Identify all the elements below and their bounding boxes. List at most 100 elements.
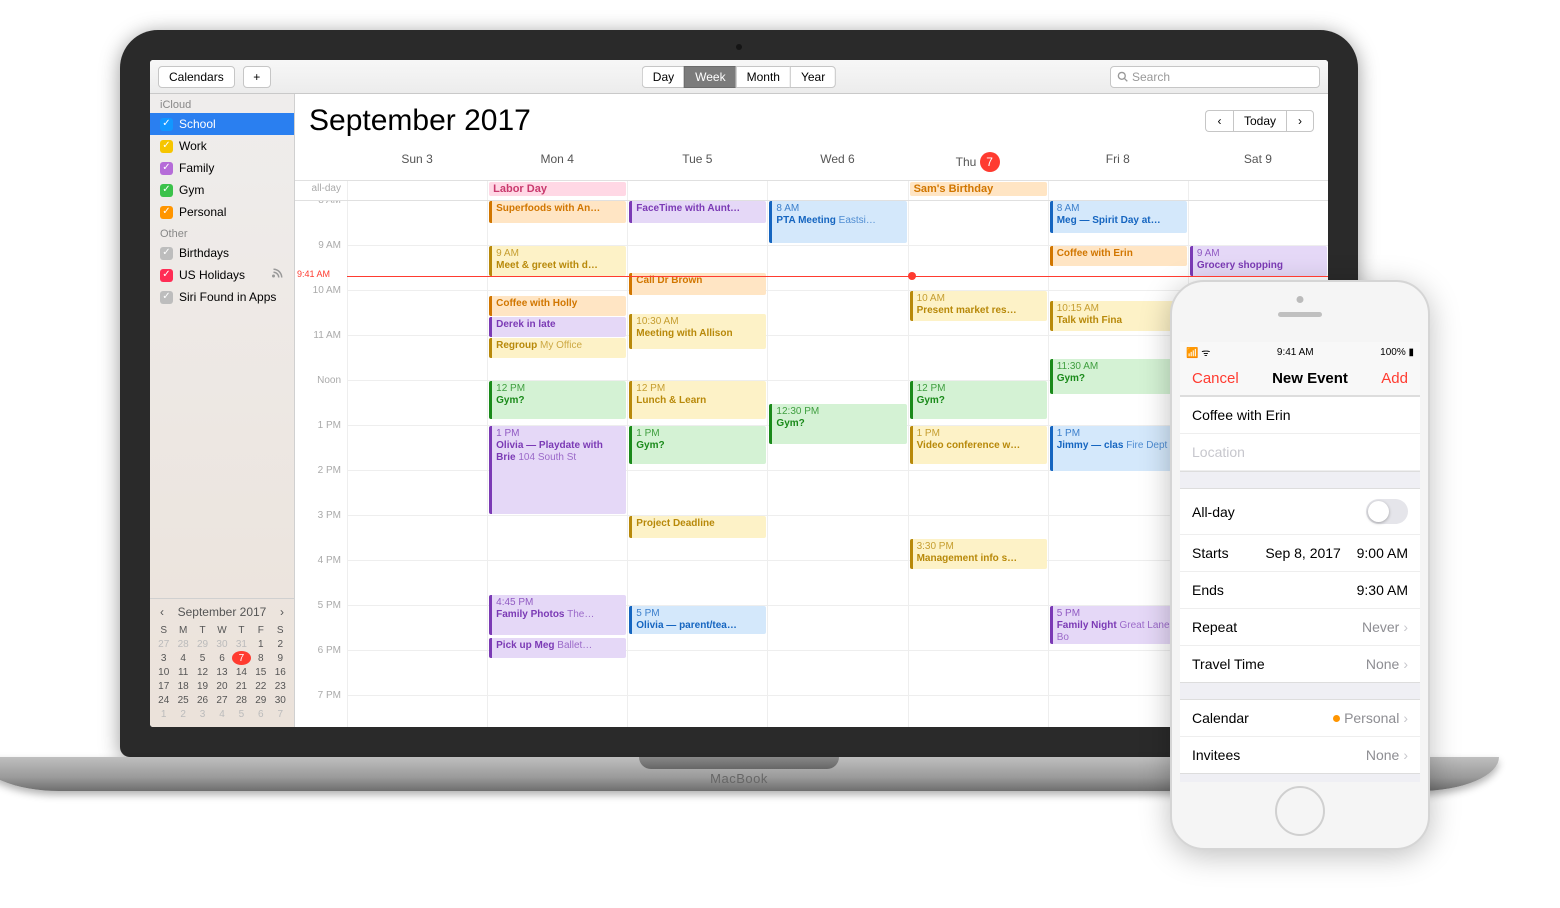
mini-day[interactable]: 24 <box>154 693 173 707</box>
search-field[interactable]: Search <box>1110 66 1320 88</box>
today-button[interactable]: Today <box>1233 110 1286 132</box>
calendar-event[interactable]: 5 PMOlivia — parent/tea… <box>629 606 766 634</box>
mini-day[interactable]: 12 <box>193 665 212 679</box>
mini-day[interactable]: 3 <box>154 651 173 665</box>
mini-day[interactable]: 1 <box>154 707 173 721</box>
mini-day[interactable]: 28 <box>232 693 251 707</box>
sidebar-item[interactable]: ✓Personal <box>150 201 294 223</box>
mini-day[interactable]: 2 <box>173 707 192 721</box>
mini-day[interactable]: 29 <box>193 637 212 651</box>
sidebar-item[interactable]: ✓School <box>150 113 294 135</box>
mini-day[interactable]: 1 <box>251 637 270 651</box>
calendar-checkbox[interactable]: ✓ <box>160 184 173 197</box>
mini-day[interactable]: 4 <box>173 651 192 665</box>
calendar-event[interactable]: 1 PMVideo conference w… <box>910 426 1047 464</box>
mini-day[interactable]: 3 <box>193 707 212 721</box>
mini-day[interactable]: 22 <box>251 679 270 693</box>
calendar-event[interactable]: 8 AMMeg — Spirit Day at… <box>1050 201 1187 233</box>
mini-day[interactable]: 11 <box>173 665 192 679</box>
view-day[interactable]: Day <box>642 66 684 88</box>
prev-week-button[interactable]: ‹ <box>1205 110 1233 132</box>
ends-row[interactable]: Ends9:30 AM <box>1180 572 1420 609</box>
calendar-event[interactable]: 9 AMMeet & greet with d… <box>489 246 626 276</box>
mini-day[interactable]: 19 <box>193 679 212 693</box>
view-month[interactable]: Month <box>736 66 790 88</box>
calendar-checkbox[interactable]: ✓ <box>160 206 173 219</box>
sidebar-item[interactable]: ✓US Holidays <box>150 264 294 286</box>
cancel-button[interactable]: Cancel <box>1192 370 1239 387</box>
repeat-row[interactable]: RepeatNever › <box>1180 609 1420 646</box>
day-column[interactable]: Superfoods with An… 9 AMMeet & greet with… <box>487 201 627 727</box>
calendar-event[interactable]: Derek in late <box>489 317 626 337</box>
calendar-event[interactable]: 1 PMOlivia — Playdate with Brie 104 Sout… <box>489 426 626 514</box>
mini-day[interactable]: 6 <box>212 651 231 665</box>
allday-toggle[interactable] <box>1366 499 1408 524</box>
calendar-event[interactable]: 12 PMLunch & Learn <box>629 381 766 419</box>
mini-day[interactable]: 31 <box>232 637 251 651</box>
mini-day[interactable]: 27 <box>212 693 231 707</box>
allday-cell[interactable]: Sam's Birthday <box>908 181 1048 200</box>
mini-day[interactable]: 18 <box>173 679 192 693</box>
calendar-event[interactable]: 12 PMGym? <box>489 381 626 419</box>
mini-day[interactable]: 5 <box>193 651 212 665</box>
mini-day[interactable]: 20 <box>212 679 231 693</box>
mini-day[interactable]: 2 <box>271 637 290 651</box>
calendar-checkbox[interactable]: ✓ <box>160 269 173 282</box>
starts-row[interactable]: StartsSep 8, 2017 9:00 AM <box>1180 535 1420 572</box>
mini-day[interactable]: 8 <box>251 651 270 665</box>
mini-day[interactable]: 9 <box>271 651 290 665</box>
allday-cell[interactable] <box>627 181 767 200</box>
mini-day[interactable]: 29 <box>251 693 270 707</box>
calendar-event[interactable]: Superfoods with An… <box>489 201 626 223</box>
mini-next[interactable]: › <box>280 605 284 619</box>
mini-day[interactable]: 25 <box>173 693 192 707</box>
calendar-checkbox[interactable]: ✓ <box>160 247 173 260</box>
invitees-row[interactable]: InviteesNone › <box>1180 737 1420 773</box>
calendar-event[interactable]: Coffee with Erin <box>1050 246 1187 266</box>
sidebar-item[interactable]: ✓Work <box>150 135 294 157</box>
mini-day[interactable]: 21 <box>232 679 251 693</box>
calendar-checkbox[interactable]: ✓ <box>160 291 173 304</box>
allday-cell[interactable] <box>347 181 487 200</box>
calendar-row[interactable]: Calendar Personal › <box>1180 700 1420 737</box>
calendar-checkbox[interactable]: ✓ <box>160 118 173 131</box>
day-column[interactable] <box>347 201 487 727</box>
add-button[interactable]: + <box>243 66 271 88</box>
view-week[interactable]: Week <box>684 66 735 88</box>
calendars-button[interactable]: Calendars <box>158 66 235 88</box>
calendar-event[interactable]: 4:45 PMFamily Photos The… <box>489 595 626 635</box>
allday-cell[interactable]: Labor Day <box>487 181 627 200</box>
mini-day[interactable]: 5 <box>232 707 251 721</box>
mini-day[interactable]: 10 <box>154 665 173 679</box>
mini-prev[interactable]: ‹ <box>160 605 164 619</box>
calendar-event[interactable]: Pick up Meg Ballet… <box>489 638 626 658</box>
sidebar-item[interactable]: ✓Gym <box>150 179 294 201</box>
calendar-event[interactable]: 5 PMFamily Night Great Lanes Bo <box>1050 606 1187 644</box>
mini-day[interactable]: 23 <box>271 679 290 693</box>
calendar-event[interactable]: 10 AMPresent market res… <box>910 291 1047 321</box>
view-year[interactable]: Year <box>790 66 836 88</box>
calendar-event[interactable]: 10:15 AMTalk with Fina <box>1050 301 1187 331</box>
calendar-event[interactable]: 12 PMGym? <box>910 381 1047 419</box>
allday-cell[interactable] <box>1188 181 1328 200</box>
mini-day[interactable]: 17 <box>154 679 173 693</box>
day-column[interactable]: 10 AMPresent market res… 12 PMGym? 1 PMVid… <box>908 201 1048 727</box>
day-column[interactable]: 8 AMMeg — Spirit Day at… Coffee with Erin… <box>1048 201 1188 727</box>
mini-day[interactable]: 15 <box>251 665 270 679</box>
calendar-event[interactable]: Regroup My Office <box>489 338 626 358</box>
mini-day[interactable]: 30 <box>212 637 231 651</box>
calendar-event[interactable]: 3:30 PMManagement info s… <box>910 539 1047 569</box>
calendar-event[interactable]: 9 AMGrocery shopping <box>1190 246 1327 276</box>
calendar-checkbox[interactable]: ✓ <box>160 140 173 153</box>
calendar-event[interactable]: 1 PMJimmy — clas Fire Dept <box>1050 426 1187 471</box>
event-location-input[interactable]: Location <box>1180 434 1420 471</box>
calendar-event[interactable]: Project Deadline <box>629 516 766 538</box>
allday-cell[interactable] <box>767 181 907 200</box>
calendar-event[interactable]: 11:30 AMGym? <box>1050 359 1187 394</box>
sidebar-item[interactable]: ✓Family <box>150 157 294 179</box>
mini-day[interactable]: 6 <box>251 707 270 721</box>
allday-cell[interactable] <box>1048 181 1188 200</box>
allday-event[interactable]: Sam's Birthday <box>910 182 1047 196</box>
next-week-button[interactable]: › <box>1286 110 1314 132</box>
mini-day[interactable]: 27 <box>154 637 173 651</box>
